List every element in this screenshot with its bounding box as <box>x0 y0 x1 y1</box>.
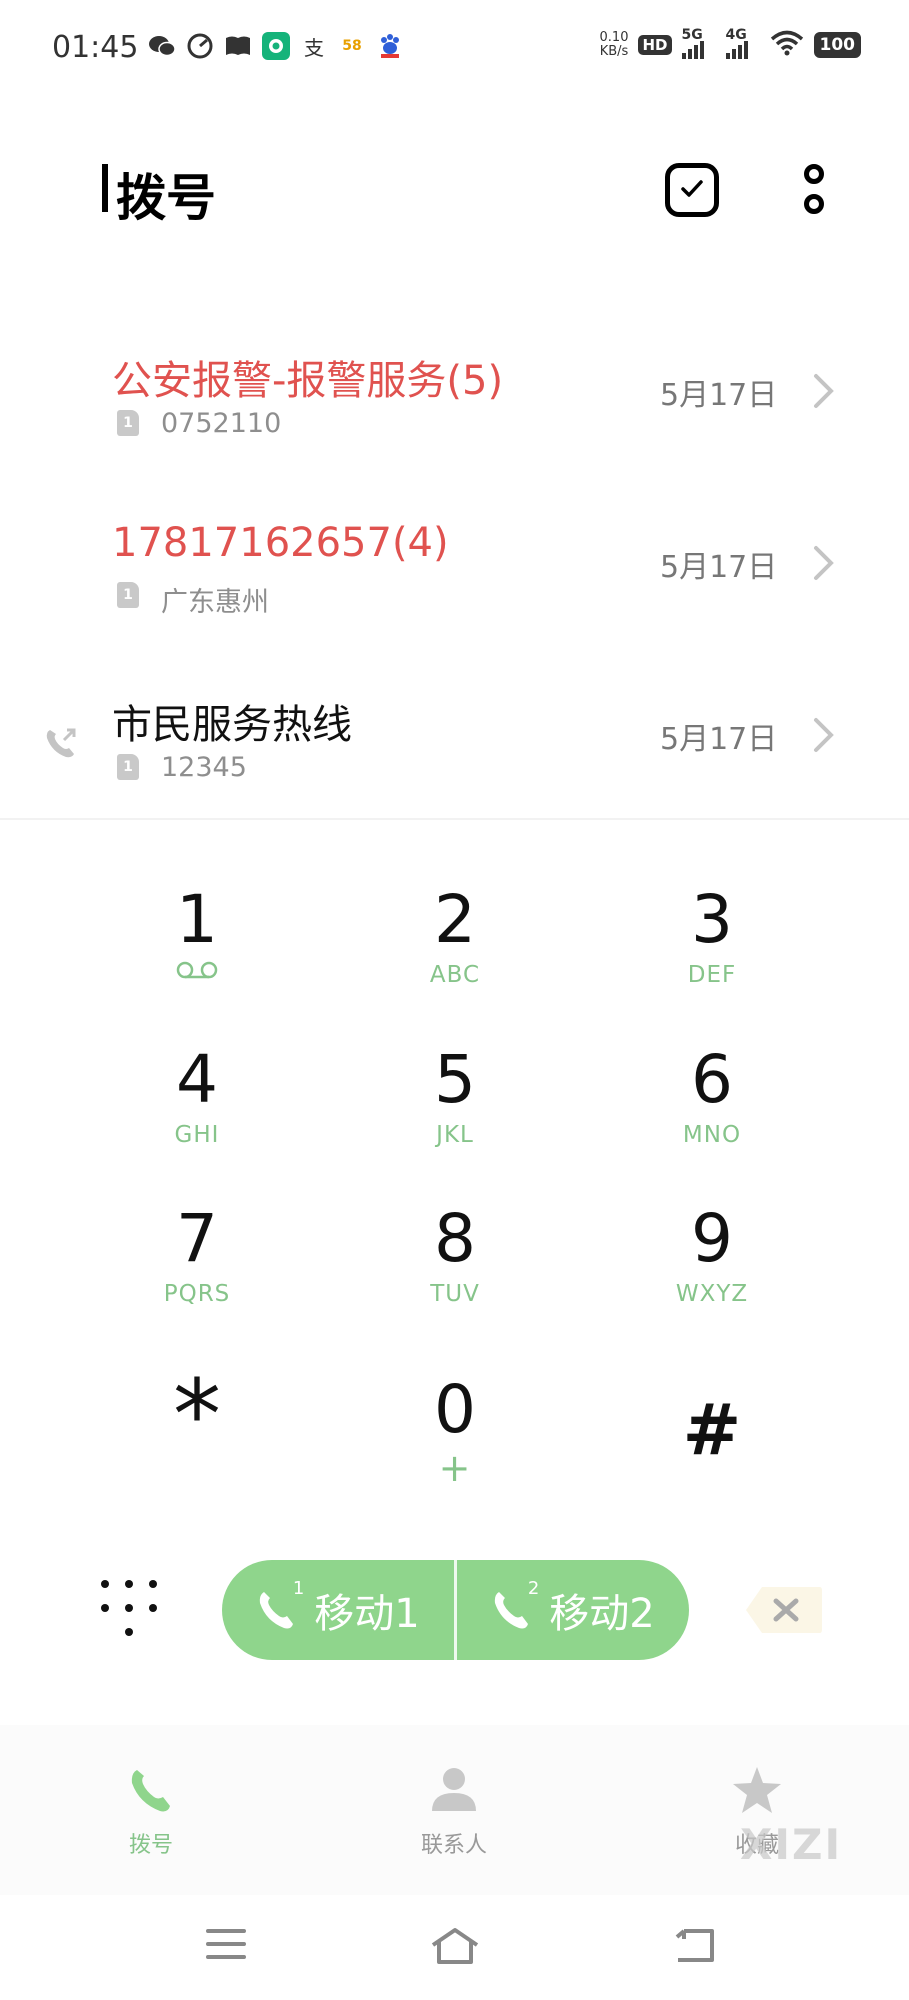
caller-name: 市民服务热线 <box>112 702 352 748</box>
caller-name: 公安报警-报警服务(5) <box>112 358 504 404</box>
caller-location: 广东惠州 <box>161 587 269 618</box>
dial-buttons-group: 1 移动1 2 移动2 <box>222 1560 689 1660</box>
speedometer-icon <box>186 32 214 60</box>
green-app-icon <box>262 32 290 60</box>
system-navigation-bar <box>0 1895 909 2000</box>
call-sim1-button[interactable]: 1 移动1 <box>222 1560 454 1660</box>
alipay-icon: 支 <box>304 35 324 60</box>
sim1-signal-icon: 5G <box>681 27 716 59</box>
phone-icon: 1 <box>256 1578 304 1632</box>
chevron-right-icon[interactable] <box>812 544 836 582</box>
outgoing-call-icon <box>46 728 76 758</box>
select-checkbox-icon[interactable] <box>665 163 719 217</box>
back-icon[interactable] <box>672 1927 716 1963</box>
caller-number: 0752110 <box>161 408 282 439</box>
status-time: 01:45 <box>52 30 139 65</box>
page-title: 拨号 <box>116 169 216 227</box>
status-indicators: 0.10 KB/s HD 5G 4G 100 <box>599 27 861 60</box>
call-sim2-button[interactable]: 2 移动2 <box>457 1560 689 1660</box>
baidu-icon <box>376 32 404 60</box>
caller-number: 12345 <box>161 752 247 783</box>
page-header: 拨号 <box>0 150 909 230</box>
sim1-label: 移动1 <box>314 1591 420 1637</box>
caller-name: 17817162657(4) <box>112 520 449 566</box>
key-8[interactable]: 8 TUV <box>355 1199 555 1329</box>
phone-icon: 2 <box>491 1578 539 1632</box>
home-icon[interactable] <box>430 1927 480 1965</box>
person-icon <box>432 1768 476 1811</box>
wechat-icon <box>148 32 176 60</box>
book-icon <box>224 32 252 60</box>
hd-voice-badge: HD <box>638 35 672 55</box>
key-3[interactable]: 3 DEF <box>612 880 812 1010</box>
call-date: 5月17日 <box>660 722 778 757</box>
key-hash[interactable]: # <box>612 1360 812 1490</box>
phone-icon <box>131 1770 170 1812</box>
key-6[interactable]: 6 MNO <box>612 1040 812 1170</box>
nav-dial[interactable]: 拨号 <box>71 1765 231 1859</box>
title-cursor-bar <box>102 164 108 212</box>
key-7[interactable]: 7 PQRS <box>97 1199 297 1329</box>
sim-card-icon: 1 <box>117 754 139 780</box>
call-log-item[interactable]: 公安报警-报警服务(5) 1 0752110 5月17日 <box>0 330 909 480</box>
status-bar: 01:45 支 58 0.10 KB/s HD 5G 4G 100 <box>0 0 909 100</box>
battery-icon: 100 <box>813 32 861 58</box>
key-star[interactable]: * <box>97 1350 297 1480</box>
key-4[interactable]: 4 GHI <box>97 1040 297 1170</box>
watermark: XIZI <box>740 1820 843 1869</box>
key-5[interactable]: 5 JKL <box>355 1040 555 1170</box>
chevron-right-icon[interactable] <box>812 716 836 754</box>
more-options-icon[interactable] <box>800 164 828 220</box>
sim2-label: 移动2 <box>549 1591 655 1637</box>
call-date: 5月17日 <box>660 550 778 585</box>
dialpad-toggle-icon[interactable] <box>96 1576 162 1642</box>
divider <box>0 818 909 820</box>
star-icon <box>733 1767 781 1813</box>
nav-contacts[interactable]: 联系人 <box>374 1765 534 1859</box>
bottom-navigation: 拨号 联系人 收藏 <box>0 1725 909 1895</box>
sim2-signal-icon: 4G <box>725 27 760 59</box>
58-app-icon: 58 <box>342 38 362 54</box>
net-speed: 0.10 KB/s <box>599 30 629 59</box>
call-log-item[interactable]: 市民服务热线 1 12345 5月17日 <box>0 674 909 824</box>
key-9[interactable]: 9 WXYZ <box>612 1199 812 1329</box>
key-0[interactable]: 0 + <box>355 1370 555 1500</box>
status-app-icons: 支 58 <box>148 32 404 60</box>
sim-card-icon: 1 <box>117 410 139 436</box>
key-2[interactable]: 2 ABC <box>355 880 555 1010</box>
backspace-icon[interactable] <box>744 1585 824 1635</box>
key-1[interactable]: 1 <box>97 880 297 1010</box>
menu-icon[interactable] <box>206 1927 246 1961</box>
chevron-right-icon[interactable] <box>812 372 836 410</box>
call-date: 5月17日 <box>660 378 778 413</box>
wifi-icon <box>770 30 804 60</box>
voicemail-icon <box>176 961 218 979</box>
sim-card-icon: 1 <box>117 582 139 608</box>
call-log-item[interactable]: 17817162657(4) 1 广东惠州 5月17日 <box>0 502 909 652</box>
